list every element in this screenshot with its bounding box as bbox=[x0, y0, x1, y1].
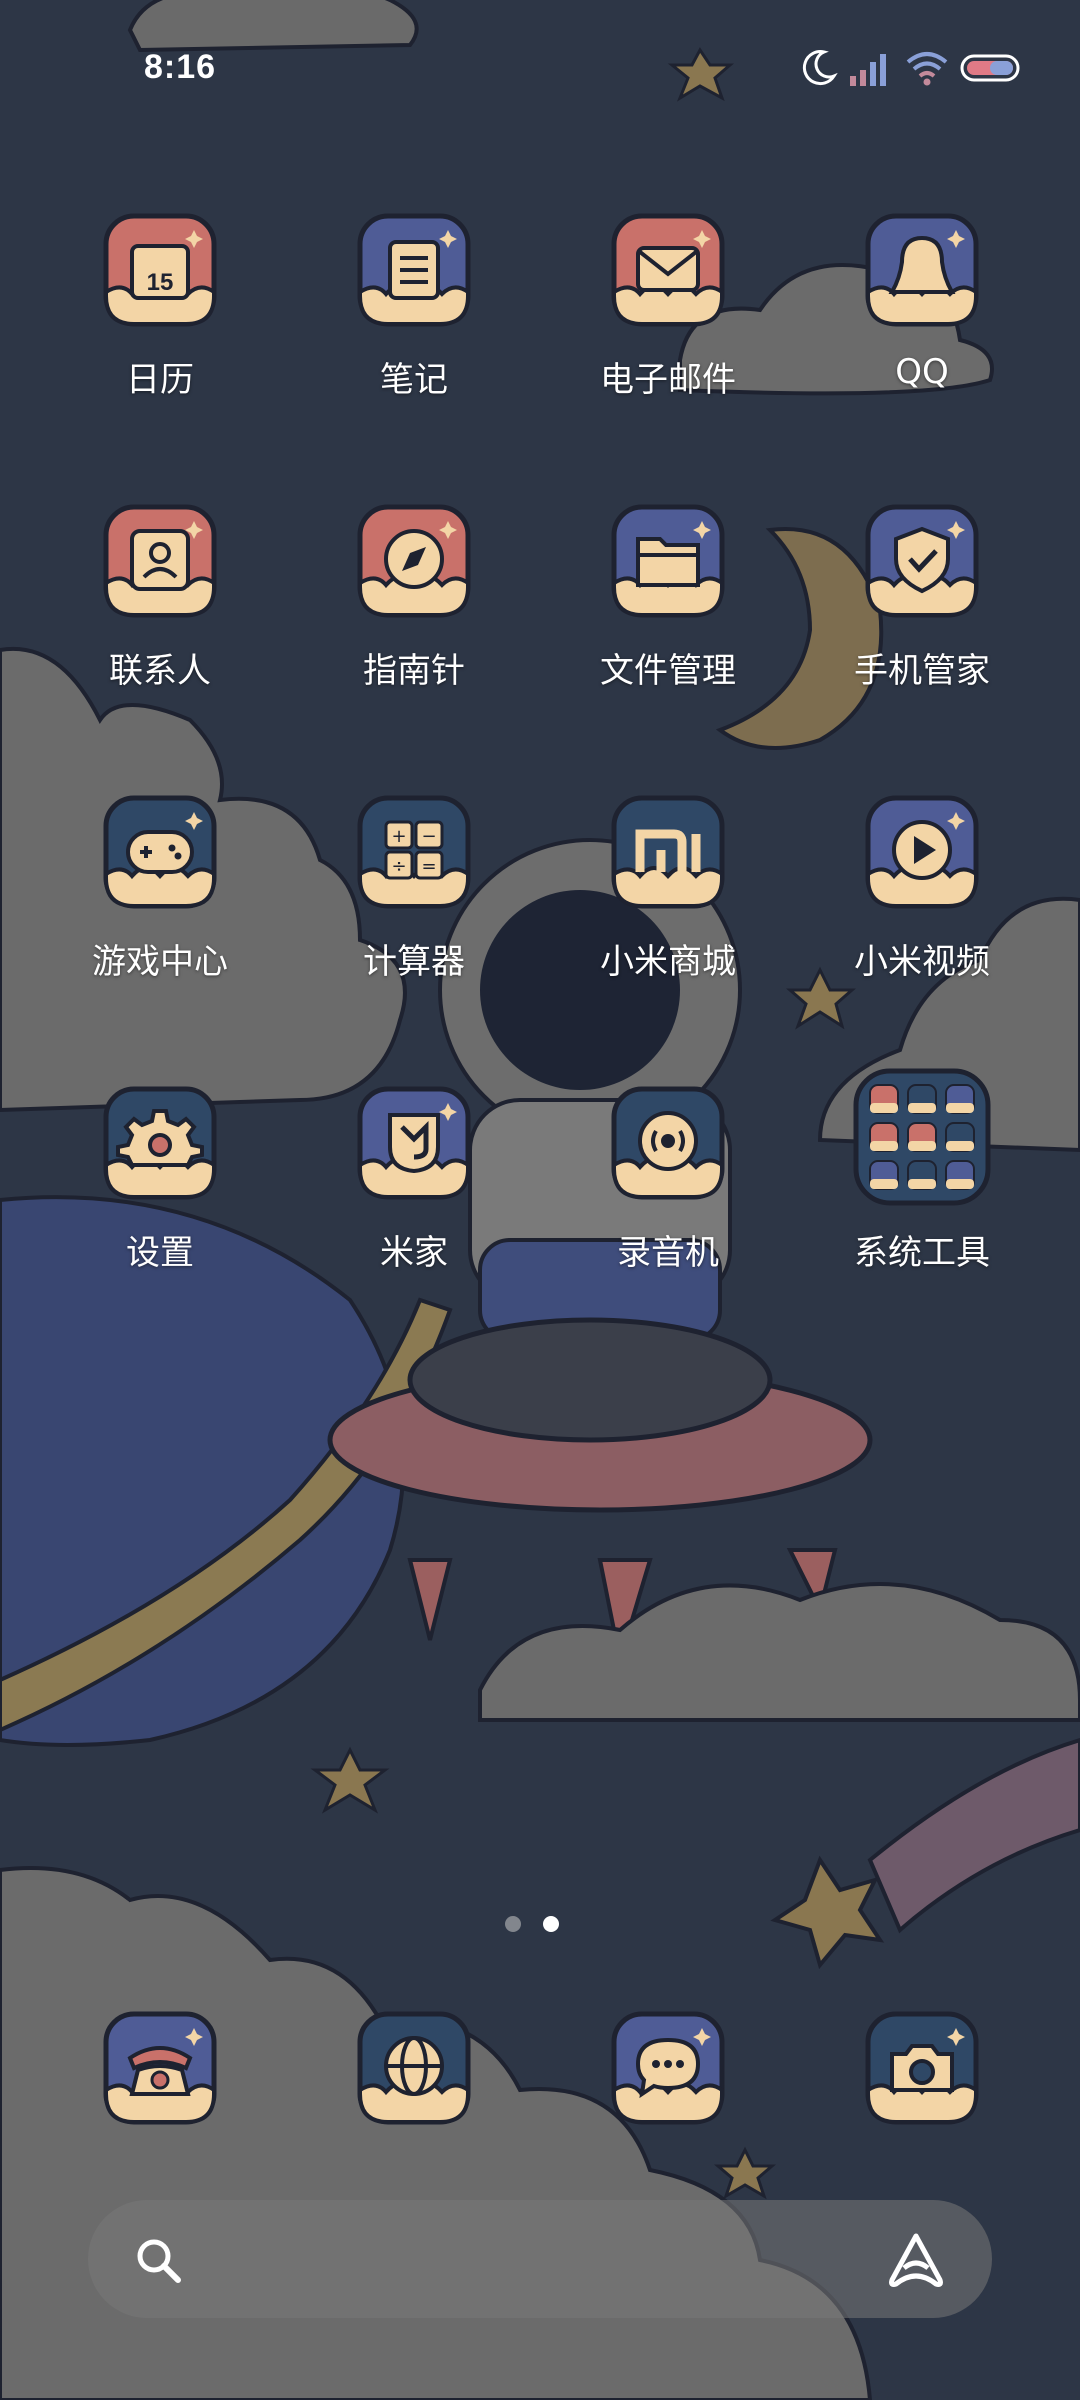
signal-icon bbox=[850, 54, 886, 86]
calculator-icon: + − ÷ = bbox=[356, 794, 472, 910]
dock-browser[interactable] bbox=[299, 2010, 529, 2130]
mi-logo-icon bbox=[610, 794, 726, 910]
app-calendar[interactable]: 15 日历 bbox=[45, 212, 275, 452]
app-label: 联系人 bbox=[109, 651, 211, 691]
browser-globe-icon bbox=[356, 2010, 472, 2126]
play-icon bbox=[864, 794, 980, 910]
search-icon[interactable] bbox=[132, 2234, 184, 2286]
app-mijia[interactable]: 米家 bbox=[299, 1085, 529, 1325]
message-bubble-icon bbox=[610, 2010, 726, 2126]
app-label: 设置 bbox=[126, 1233, 194, 1273]
app-label: 录音机 bbox=[617, 1233, 719, 1273]
app-mi-store[interactable]: 小米商城 bbox=[553, 794, 783, 1034]
dock-camera[interactable] bbox=[807, 2010, 1037, 2130]
svg-text:÷: ÷ bbox=[391, 856, 406, 877]
app-label: 系统工具 bbox=[854, 1233, 990, 1273]
dock-messages[interactable] bbox=[553, 2010, 783, 2130]
camera-icon bbox=[864, 2010, 980, 2126]
svg-text:=: = bbox=[421, 856, 436, 877]
moon-icon bbox=[802, 50, 838, 86]
shield-check-icon bbox=[864, 503, 980, 619]
mail-icon bbox=[610, 212, 726, 328]
folder-grid-icon bbox=[852, 1067, 992, 1207]
page-indicator bbox=[505, 1916, 585, 1936]
app-recorder[interactable]: 录音机 bbox=[553, 1085, 783, 1325]
app-game-center[interactable]: 游戏中心 bbox=[45, 794, 275, 1034]
gear-icon bbox=[102, 1085, 218, 1201]
compass-icon bbox=[356, 503, 472, 619]
app-compass[interactable]: 指南针 bbox=[299, 503, 529, 743]
phone-icon bbox=[102, 2010, 218, 2126]
folder-system-tools[interactable]: 系统工具 bbox=[807, 1068, 1037, 1325]
app-label: 手机管家 bbox=[854, 651, 990, 691]
notes-icon bbox=[356, 212, 472, 328]
app-contacts[interactable]: 联系人 bbox=[45, 503, 275, 743]
app-file-manager[interactable]: 文件管理 bbox=[553, 503, 783, 743]
xiaoai-assistant-icon[interactable] bbox=[884, 2228, 948, 2292]
app-label: 小米商城 bbox=[600, 942, 736, 982]
app-security[interactable]: 手机管家 bbox=[807, 503, 1037, 743]
app-label: QQ bbox=[895, 352, 949, 392]
recorder-icon bbox=[610, 1085, 726, 1201]
app-label: 指南针 bbox=[363, 651, 465, 691]
app-label: 文件管理 bbox=[600, 651, 736, 691]
status-time: 8:16 bbox=[144, 48, 217, 86]
calendar-icon: 15 bbox=[102, 212, 218, 328]
app-label: 日历 bbox=[126, 360, 194, 400]
app-label: 游戏中心 bbox=[92, 942, 228, 982]
battery-icon bbox=[960, 54, 1020, 82]
app-qq[interactable]: QQ bbox=[807, 212, 1037, 452]
app-label: 电子邮件 bbox=[600, 360, 736, 400]
app-notes[interactable]: 笔记 bbox=[299, 212, 529, 452]
app-settings[interactable]: 设置 bbox=[45, 1085, 275, 1325]
app-label: 米家 bbox=[380, 1233, 448, 1273]
status-bar: 8:16 bbox=[0, 0, 1080, 140]
app-label: 笔记 bbox=[380, 360, 448, 400]
app-label: 计算器 bbox=[363, 942, 465, 982]
page-dot[interactable] bbox=[505, 1916, 521, 1932]
qq-penguin-icon bbox=[864, 212, 980, 328]
folder-icon bbox=[610, 503, 726, 619]
app-calculator[interactable]: + − ÷ = 计算器 bbox=[299, 794, 529, 1034]
app-mi-video[interactable]: 小米视频 bbox=[807, 794, 1037, 1034]
svg-text:+: + bbox=[391, 826, 406, 847]
mijia-icon bbox=[356, 1085, 472, 1201]
page-dot-active[interactable] bbox=[543, 1916, 559, 1932]
app-label: 小米视频 bbox=[854, 942, 990, 982]
dock-phone[interactable] bbox=[45, 2010, 275, 2130]
wifi-icon bbox=[906, 52, 948, 86]
gamepad-icon bbox=[102, 794, 218, 910]
contacts-icon bbox=[102, 503, 218, 619]
search-bar[interactable] bbox=[88, 2200, 992, 2318]
app-email[interactable]: 电子邮件 bbox=[553, 212, 783, 452]
svg-text:−: − bbox=[421, 826, 436, 847]
svg-text:15: 15 bbox=[147, 269, 174, 296]
